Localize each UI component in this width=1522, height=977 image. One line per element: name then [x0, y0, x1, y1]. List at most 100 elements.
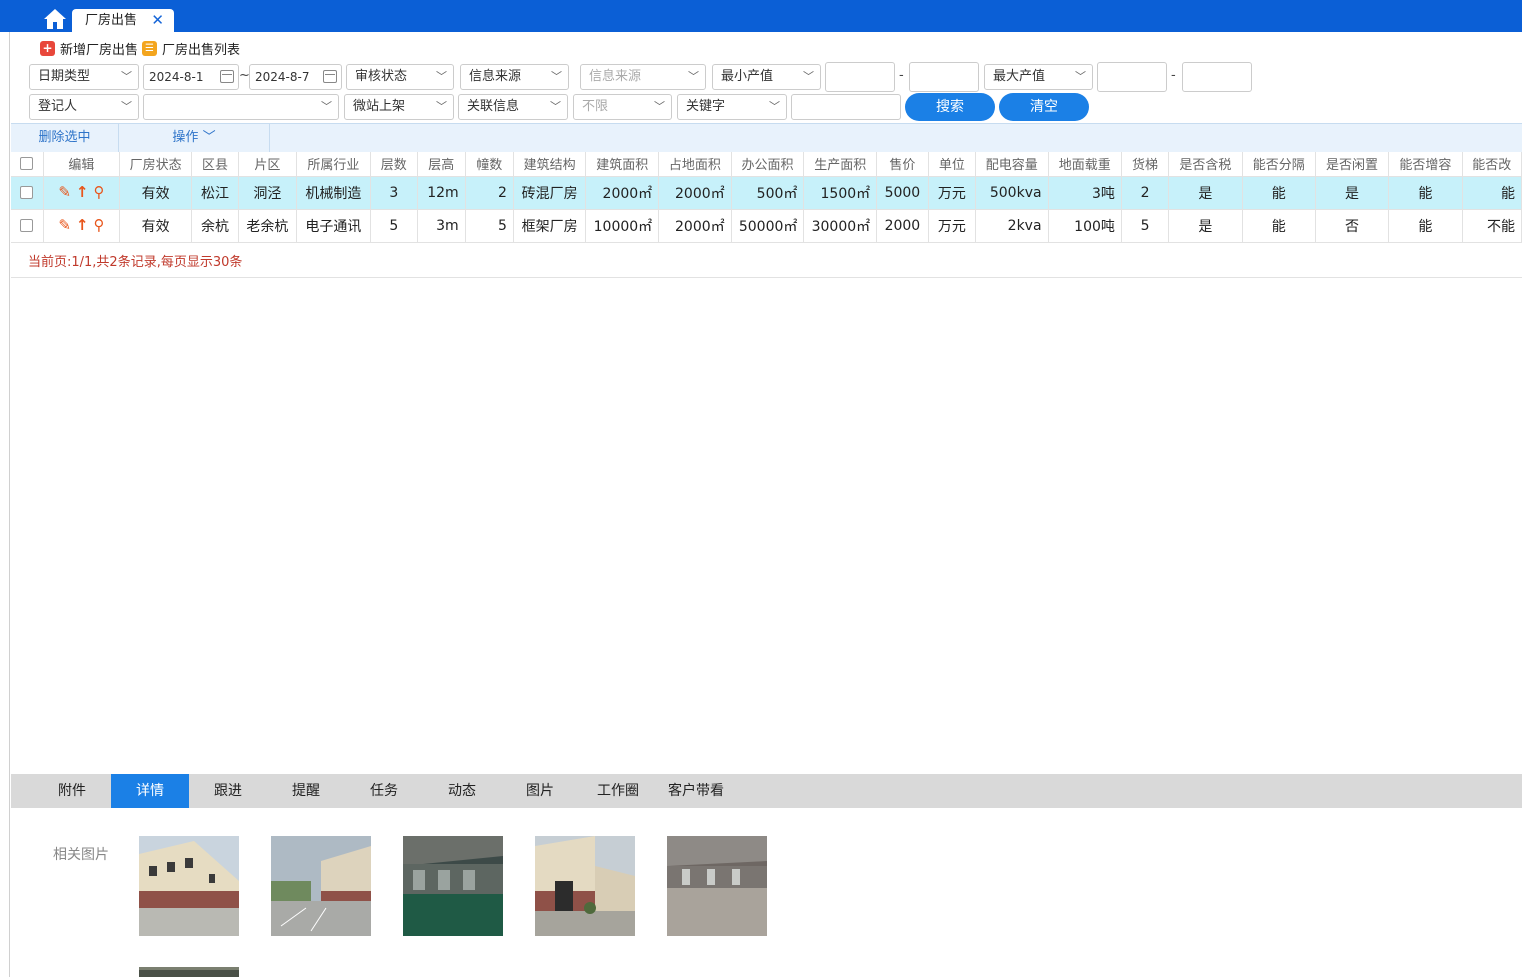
factory-sale-list-link[interactable]: 厂房出售列表	[162, 39, 240, 58]
date-to-input[interactable]: 2024-8-7	[249, 64, 342, 90]
chevron-down-icon: ﹀	[1075, 70, 1086, 83]
column-header[interactable]: 片区	[238, 152, 298, 177]
audit-status-select[interactable]: 审核状态 ﹀	[346, 64, 454, 90]
select-all-checkbox[interactable]	[20, 157, 34, 171]
factory-photo[interactable]	[535, 836, 635, 936]
tab-activity[interactable]: 动态	[423, 774, 501, 808]
table-cell: 2000㎡	[658, 176, 732, 210]
column-header[interactable]: 单位	[928, 152, 977, 177]
info-source-select[interactable]: 信息来源 ﹀	[460, 64, 569, 90]
tab-follow-up[interactable]: 跟进	[189, 774, 267, 808]
column-header[interactable]: 是否含税	[1168, 152, 1243, 177]
table-cell: 1500㎡	[803, 176, 878, 210]
column-header[interactable]: 建筑面积	[585, 152, 660, 177]
plus-icon[interactable]: +	[40, 40, 55, 56]
tab-work-circle[interactable]: 工作圈	[579, 774, 657, 808]
column-header[interactable]: 层数	[370, 152, 418, 177]
min-value-from-input[interactable]	[825, 62, 895, 92]
table-cell: 能	[1242, 176, 1316, 210]
column-header[interactable]: 能否增容	[1388, 152, 1463, 177]
operations-menu[interactable]: 操作 ﹀	[119, 124, 269, 152]
table-cell: 10000㎡	[585, 209, 660, 243]
column-header[interactable]: 能否分隔	[1242, 152, 1316, 177]
max-value-select[interactable]: 最大产值 ﹀	[984, 64, 1093, 90]
row-select-cell	[11, 176, 44, 210]
linked-info-select[interactable]: 关联信息 ﹀	[458, 94, 568, 120]
keyword-input[interactable]	[791, 94, 901, 120]
column-header[interactable]: 所属行业	[296, 152, 371, 177]
min-value-select[interactable]: 最小产值 ﹀	[712, 64, 821, 90]
table-cell: 能	[1388, 209, 1463, 243]
audit-status-value: 审核状态	[355, 69, 408, 84]
search-button[interactable]: 搜索	[905, 93, 995, 121]
table-cell: 能	[1388, 176, 1463, 210]
column-header[interactable]: 售价	[876, 152, 929, 177]
row-checkbox[interactable]	[20, 186, 34, 199]
column-header[interactable]: 区县	[191, 152, 239, 177]
close-icon[interactable]: ✕	[151, 9, 164, 32]
chevron-down-icon: ﹀	[202, 130, 216, 145]
calendar-icon[interactable]	[220, 70, 234, 83]
column-header[interactable]: 层高	[417, 152, 466, 177]
tab-attachments[interactable]: 附件	[33, 774, 111, 808]
tab-factory-sale[interactable]: 厂房出售 ✕	[72, 9, 174, 32]
date-from-input[interactable]: 2024-8-1	[143, 64, 239, 90]
unlimited-select[interactable]: 不限 ﹀	[573, 94, 672, 120]
min-value-to-input[interactable]	[909, 62, 979, 92]
grid-toolbar: 删除选中 操作 ﹀	[11, 123, 1522, 152]
registrar-select[interactable]: 登记人 ﹀	[29, 94, 139, 120]
keyword-type-select[interactable]: 关键字 ﹀	[677, 94, 787, 120]
search-icon[interactable]: ⚲	[93, 184, 104, 200]
pin-top-icon[interactable]: ↑	[76, 217, 89, 233]
column-header[interactable]: 幢数	[465, 152, 514, 177]
table-row[interactable]: ✎ ↑ ⚲ 有效 余杭 老余杭 电子通讯 5 3m 5 框架厂房 10000㎡ 20…	[11, 209, 1522, 243]
date-type-select[interactable]: 日期类型 ﹀	[29, 64, 139, 90]
table-cell: 机械制造	[296, 176, 371, 210]
info-source-sub-select[interactable]: 信息来源 ﹀	[580, 64, 706, 90]
clear-button[interactable]: 清空	[999, 93, 1089, 121]
list-icon[interactable]: ☰	[142, 40, 158, 56]
column-header[interactable]: 生产面积	[803, 152, 878, 177]
chevron-down-icon: ﹀	[688, 70, 699, 83]
factory-photo[interactable]	[271, 836, 371, 936]
max-value-to-input[interactable]	[1182, 62, 1252, 92]
table-row[interactable]: ✎ ↑ ⚲ 有效 松江 洞泾 机械制造 3 12m 2 砖混厂房 2000㎡ 200…	[11, 176, 1522, 210]
max-value-from-input[interactable]	[1097, 62, 1167, 92]
edit-icon[interactable]: ✎	[58, 184, 71, 200]
registrar-name-select[interactable]: ﹀	[143, 94, 339, 120]
row-checkbox[interactable]	[20, 219, 34, 232]
tab-images[interactable]: 图片	[501, 774, 579, 808]
pin-top-icon[interactable]: ↑	[76, 184, 89, 200]
delete-selected-button[interactable]: 删除选中	[11, 124, 118, 152]
home-icon[interactable]	[42, 7, 68, 31]
factory-photo[interactable]	[139, 967, 239, 977]
tab-client-viewing[interactable]: 客户带看	[657, 774, 735, 808]
column-header[interactable]: 是否闲置	[1315, 152, 1390, 177]
factory-photo[interactable]	[403, 836, 503, 936]
column-header[interactable]: 能否改	[1462, 152, 1522, 177]
table-cell: 3	[370, 176, 418, 210]
factory-photo[interactable]	[139, 836, 239, 936]
column-header[interactable]: 办公面积	[731, 152, 805, 177]
chevron-down-icon: ﹀	[550, 100, 561, 113]
column-header[interactable]: 配电容量	[975, 152, 1049, 177]
column-header[interactable]: 编辑	[43, 152, 120, 177]
column-header[interactable]: 建筑结构	[513, 152, 587, 177]
calendar-icon[interactable]	[323, 70, 337, 83]
factory-photo[interactable]	[667, 836, 767, 936]
related-photos-label: 相关图片	[53, 847, 109, 863]
search-icon[interactable]: ⚲	[93, 217, 104, 233]
edit-icon[interactable]: ✎	[58, 217, 71, 233]
column-header[interactable]: 占地面积	[658, 152, 732, 177]
add-factory-sale-link[interactable]: 新增厂房出售	[60, 39, 138, 58]
edit-cell: ✎ ↑ ⚲	[43, 209, 120, 243]
wechat-listing-select[interactable]: 微站上架 ﹀	[344, 94, 454, 120]
tab-reminders[interactable]: 提醒	[267, 774, 345, 808]
column-header[interactable]: 货梯	[1121, 152, 1170, 177]
tab-tasks[interactable]: 任务	[345, 774, 423, 808]
action-links: + 新增厂房出售 ☰ 厂房出售列表	[40, 39, 244, 58]
column-header[interactable]: 地面载重	[1048, 152, 1122, 177]
table-cell: 5	[370, 209, 418, 243]
column-header[interactable]: 厂房状态	[119, 152, 193, 177]
tab-details[interactable]: 详情	[111, 774, 189, 808]
